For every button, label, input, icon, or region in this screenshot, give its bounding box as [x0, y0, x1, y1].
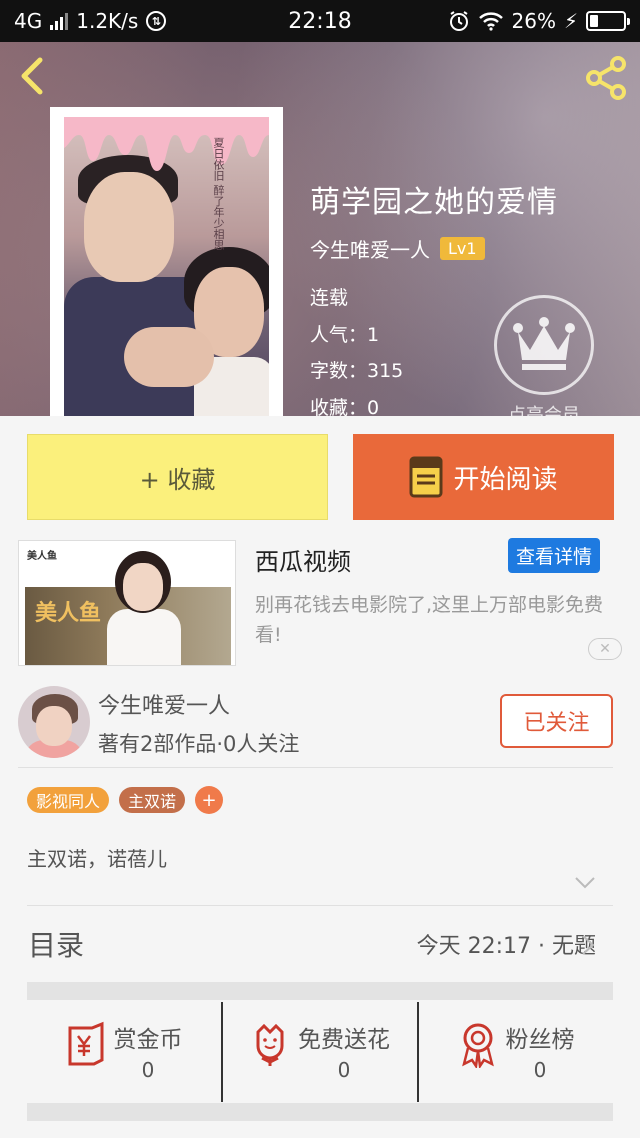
- avatar[interactable]: [18, 686, 90, 758]
- book-meta: 连载 人气：1 字数：315 收藏：0: [310, 280, 403, 416]
- ad-thumb-title: 美人鱼: [35, 601, 102, 626]
- charging-icon: ⚡: [563, 9, 578, 33]
- ad-description: 别再花钱去电影院了,这里上万部电影免费看!: [255, 594, 604, 646]
- status-bar: 4G 1.2K/s ⇅ 22:18 26% ⚡: [0, 0, 640, 42]
- book-status: 连载: [310, 287, 349, 309]
- vip-button[interactable]: 点亮会员: [492, 295, 596, 416]
- ad-thumb-brand: 美人鱼: [27, 551, 57, 562]
- battery-percent: 26%: [511, 9, 556, 33]
- cover-text: 夏日依旧 醉了年少相思: [212, 137, 225, 251]
- network-type: 4G: [14, 9, 43, 33]
- share-icon[interactable]: [582, 54, 630, 102]
- send-flower-button[interactable]: 免费送花 0: [221, 1002, 417, 1102]
- alarm-icon: [449, 11, 468, 31]
- tag-item[interactable]: 主双诺: [119, 787, 186, 813]
- action-bar: + 收藏 开始阅读: [0, 416, 640, 534]
- book-intro: 主双诺，诺蓓儿: [27, 847, 167, 871]
- section-separator: [27, 1103, 613, 1121]
- author-card-stats: 著有2部作品·0人关注: [98, 732, 300, 756]
- add-tag-button[interactable]: +: [195, 786, 224, 814]
- coin-envelope-icon: [68, 1021, 103, 1066]
- book-header: 夏日依旧 醉了年少相思 萌学园之她的爱情 今生唯爱一人 Lv1 连载 人气：1 …: [0, 42, 640, 416]
- ad-close-icon[interactable]: ✕: [588, 638, 622, 660]
- ad-detail-button[interactable]: 查看详情: [508, 538, 601, 573]
- section-separator: [27, 982, 613, 1000]
- catalog-title: 目录: [28, 929, 85, 962]
- ad-card[interactable]: 美人鱼 美人鱼 西瓜视频 查看详情 别再花钱去电影院了,这里上万部电影免费看!: [0, 534, 640, 666]
- book-favorites: 收藏：0: [310, 396, 380, 417]
- wifi-icon: [478, 12, 503, 31]
- reward-coins-button[interactable]: 赏金币 0: [27, 1002, 221, 1102]
- start-reading-label: 开始阅读: [453, 464, 558, 495]
- level-badge: Lv1: [440, 237, 485, 260]
- divider: [18, 767, 613, 768]
- chevron-right-icon: [582, 935, 595, 955]
- back-icon[interactable]: [14, 56, 54, 96]
- crown-icon: [494, 295, 594, 395]
- medal-icon: [461, 1023, 494, 1068]
- book-cover[interactable]: 夏日依旧 醉了年少相思: [50, 107, 283, 416]
- add-favorite-button[interactable]: + 收藏: [27, 434, 328, 520]
- stat-value: 0: [337, 1058, 351, 1082]
- flower-icon: [256, 1023, 284, 1066]
- stat-label: 免费送花: [298, 1027, 390, 1053]
- chevron-down-icon[interactable]: [574, 876, 596, 890]
- catalog-latest-chapter: 今天 22:17 · 无题: [416, 934, 596, 959]
- book-word-count: 字数：315: [310, 360, 404, 382]
- stat-label: 赏金币: [113, 1027, 183, 1053]
- author-card-name[interactable]: 今生唯爱一人: [98, 688, 230, 720]
- ad-title: 西瓜视频: [255, 548, 351, 576]
- tag-list: 影视同人 主双诺 +: [27, 786, 224, 814]
- book-icon: [409, 456, 443, 498]
- fan-ranking-button[interactable]: 粉丝榜 0: [417, 1002, 613, 1102]
- cover-image: 夏日依旧 醉了年少相思: [64, 117, 269, 416]
- data-saver-icon: ⇅: [146, 11, 167, 31]
- book-popularity: 人气：1: [310, 323, 380, 346]
- network-speed: 1.2K/s: [76, 9, 139, 33]
- ad-thumbnail: 美人鱼 美人鱼: [18, 540, 236, 666]
- tag-item[interactable]: 影视同人: [27, 787, 110, 813]
- book-title: 萌学园之她的爱情: [310, 185, 558, 220]
- battery-icon: [586, 11, 630, 31]
- author-card: 今生唯爱一人 著有2部作品·0人关注 已关注: [0, 666, 640, 766]
- clock: 22:18: [288, 8, 352, 34]
- stat-label: 粉丝榜: [505, 1027, 575, 1053]
- author-name[interactable]: 今生唯爱一人: [310, 234, 430, 263]
- author-row: 今生唯爱一人 Lv1: [310, 234, 485, 263]
- stat-value: 0: [533, 1058, 547, 1082]
- start-reading-button[interactable]: 开始阅读: [353, 434, 614, 520]
- stat-value: 0: [141, 1058, 155, 1082]
- signal-icon: [50, 12, 69, 30]
- catalog-row[interactable]: 目录 今天 22:17 · 无题: [0, 906, 640, 982]
- stats-bar: 赏金币 0 免费送花 0 粉丝榜 0: [27, 1002, 613, 1102]
- follow-button[interactable]: 已关注: [500, 694, 613, 748]
- vip-label: 点亮会员: [508, 405, 580, 416]
